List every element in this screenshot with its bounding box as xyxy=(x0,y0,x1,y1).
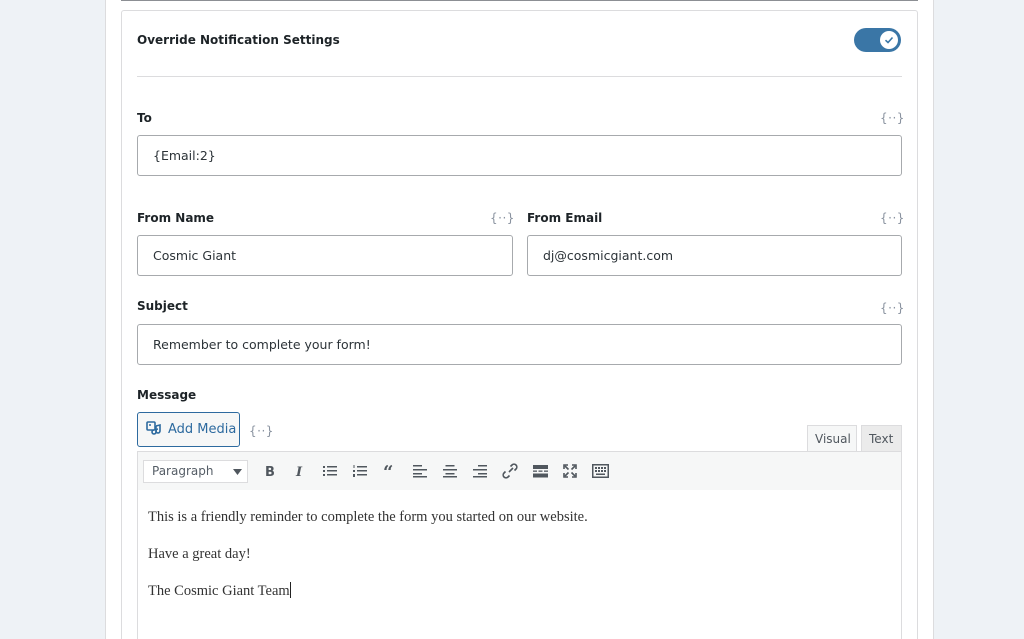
format-select[interactable]: Paragraph xyxy=(143,459,248,483)
add-media-button[interactable]: Add Media xyxy=(137,412,240,447)
message-label: Message xyxy=(137,388,197,402)
numbered-list-icon[interactable] xyxy=(345,457,375,485)
read-more-icon[interactable] xyxy=(525,457,555,485)
media-icon xyxy=(146,420,162,440)
format-select-value: Paragraph xyxy=(152,464,214,478)
to-field[interactable]: {Email:2} xyxy=(137,135,902,176)
link-icon[interactable] xyxy=(495,457,525,485)
text-cursor xyxy=(289,582,291,598)
from-email-label: From Email xyxy=(527,211,603,225)
divider xyxy=(137,76,902,77)
caret-down-icon xyxy=(233,464,242,478)
align-center-icon[interactable] xyxy=(435,457,465,485)
svg-text:B: B xyxy=(265,465,275,478)
add-media-label: Add Media xyxy=(168,422,237,437)
from-name-label: From Name xyxy=(137,211,215,225)
svg-text:I: I xyxy=(295,465,303,478)
align-left-icon[interactable] xyxy=(405,457,435,485)
fullscreen-icon[interactable] xyxy=(555,457,585,485)
tab-text[interactable]: Text xyxy=(861,425,902,452)
from-name-field[interactable]: Cosmic Giant xyxy=(137,235,513,276)
from-email-field[interactable]: dj@cosmicgiant.com xyxy=(527,235,902,276)
message-merge-tag-icon[interactable]: {··} xyxy=(249,424,274,438)
toolbar-toggle-icon[interactable] xyxy=(585,457,615,485)
message-paragraph: Have a great day! xyxy=(148,546,251,562)
svg-text:“: “ xyxy=(383,464,393,478)
subject-merge-tag-icon[interactable]: {··} xyxy=(880,301,905,315)
subject-field[interactable]: Remember to complete your form! xyxy=(137,324,902,365)
subject-label: Subject xyxy=(137,299,188,313)
from-name-merge-tag-icon[interactable]: {··} xyxy=(490,211,515,225)
bold-icon[interactable]: B xyxy=(255,457,285,485)
message-paragraph-last: The Cosmic Giant Team xyxy=(148,582,891,601)
bulleted-list-icon[interactable] xyxy=(315,457,345,485)
override-notification-label: Override Notification Settings xyxy=(137,33,340,47)
italic-icon[interactable]: I xyxy=(285,457,315,485)
blockquote-icon[interactable]: “ xyxy=(375,457,405,485)
override-notification-toggle[interactable] xyxy=(854,28,901,52)
from-email-merge-tag-icon[interactable]: {··} xyxy=(880,211,905,225)
check-icon xyxy=(880,31,898,49)
align-right-icon[interactable] xyxy=(465,457,495,485)
to-label: To xyxy=(137,111,152,125)
message-editor[interactable]: This is a friendly reminder to complete … xyxy=(137,490,902,639)
message-paragraph: This is a friendly reminder to complete … xyxy=(148,509,588,525)
message-paragraph-text: The Cosmic Giant Team xyxy=(148,583,290,599)
tab-visual[interactable]: Visual xyxy=(807,425,857,452)
section-top-border xyxy=(121,0,918,1)
editor-toolbar: Paragraph B I “ xyxy=(137,451,902,491)
to-merge-tag-icon[interactable]: {··} xyxy=(880,111,905,125)
